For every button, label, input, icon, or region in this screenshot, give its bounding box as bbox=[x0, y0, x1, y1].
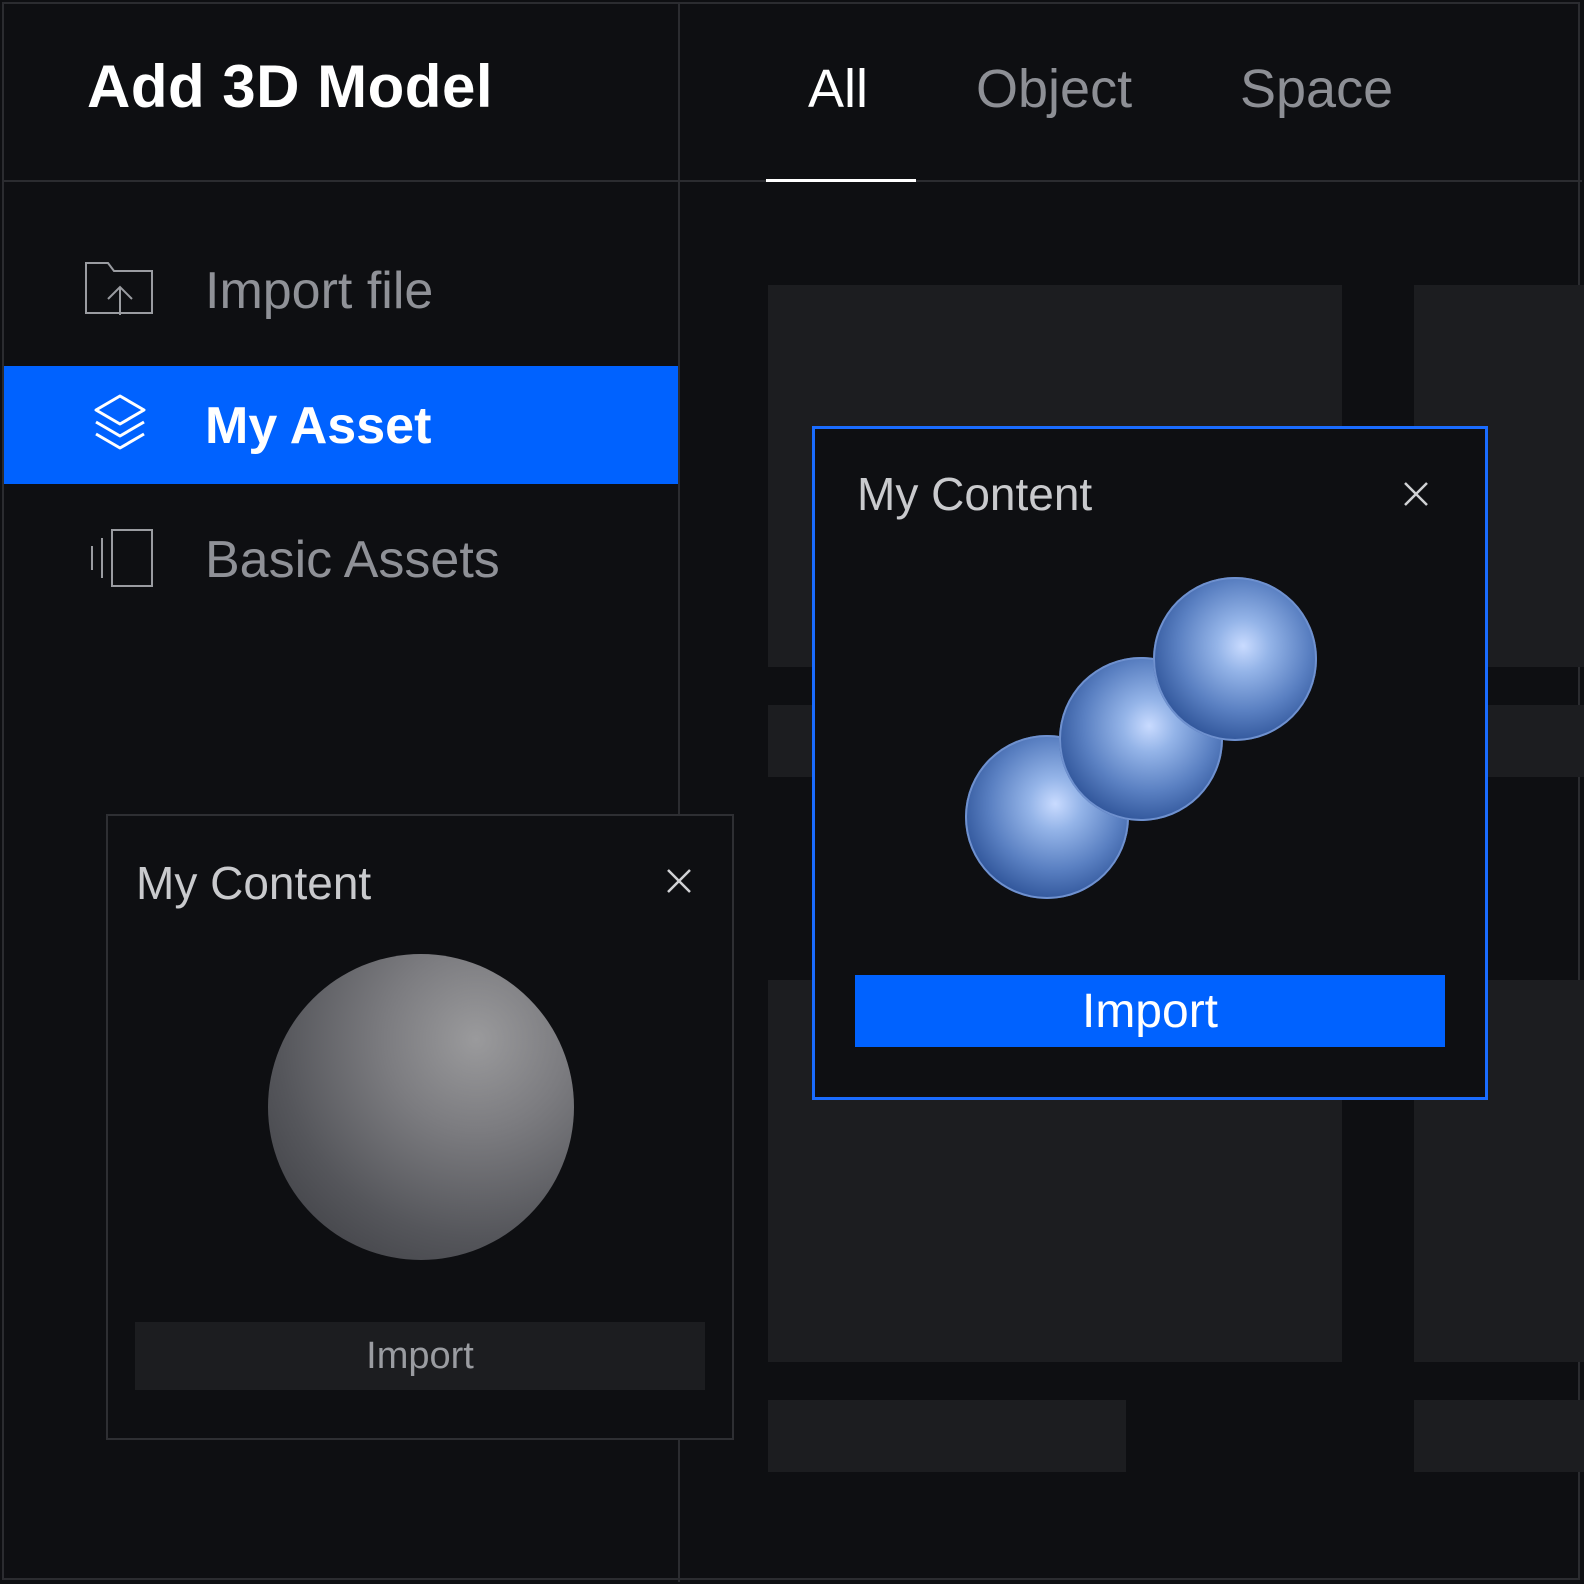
content-card-selected: My Content Import bbox=[812, 426, 1488, 1100]
asset-tile[interactable] bbox=[768, 1400, 1126, 1472]
import-button[interactable]: Import bbox=[135, 1322, 705, 1390]
tab-object[interactable]: Object bbox=[976, 58, 1132, 120]
import-button[interactable]: Import bbox=[855, 975, 1445, 1047]
sidebar-item-basic-assets[interactable]: Basic Assets bbox=[4, 500, 678, 618]
page-title: Add 3D Model bbox=[87, 53, 493, 120]
sphere-shape bbox=[1153, 577, 1317, 741]
layers-icon bbox=[84, 392, 156, 458]
model-preview-spheres[interactable] bbox=[815, 429, 1485, 969]
tab-space[interactable]: Space bbox=[1240, 58, 1393, 120]
active-tab-indicator bbox=[766, 179, 916, 182]
model-preview-sphere[interactable] bbox=[268, 954, 574, 1260]
close-icon[interactable] bbox=[664, 866, 694, 896]
asset-tile[interactable] bbox=[1414, 1400, 1584, 1472]
sidebar-item-label: Basic Assets bbox=[205, 531, 500, 589]
folder-upload-icon bbox=[84, 257, 156, 323]
card-title: My Content bbox=[136, 857, 372, 909]
stacked-cards-icon bbox=[84, 526, 156, 592]
sidebar-item-my-asset[interactable]: My Asset bbox=[4, 366, 678, 484]
sidebar-item-label: Import file bbox=[205, 262, 434, 320]
tab-all[interactable]: All bbox=[808, 58, 868, 120]
content-card: My Content Import bbox=[106, 814, 734, 1440]
sidebar-item-import-file[interactable]: Import file bbox=[4, 231, 678, 349]
sidebar-item-label: My Asset bbox=[205, 397, 432, 455]
